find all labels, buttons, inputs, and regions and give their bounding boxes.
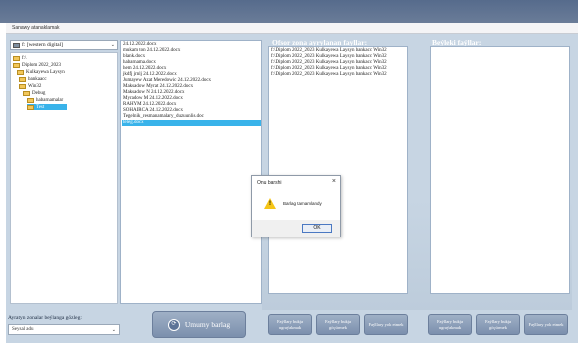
offsite-item[interactable]: f:\Diplom 2022_2023 Kulkayewa Laysyn ban… (271, 60, 387, 65)
chevron-down-icon: ⌄ (110, 43, 115, 48)
tree-node[interactable]: Diplom 2022_2023 (13, 62, 61, 68)
file-item[interactable]: hem 24.12.2022.docx (123, 66, 166, 72)
title-bar: Sanawy atanaklamak (6, 23, 578, 34)
offsite-item[interactable]: f:\Diplom 2022_2023 Kulkayewa Laysyn ban… (271, 72, 387, 77)
folder-icon (23, 90, 30, 96)
tree-node[interactable]: Debug (23, 90, 45, 96)
other-delete-button[interactable]: Faýllary yok etmek (524, 314, 568, 335)
file-item[interactable]: SOHAIRCA 24.12.2022.docx (123, 108, 183, 114)
dialog-title: Onu barshi (257, 180, 282, 186)
file-item[interactable]: Tegelnik_resmanamalary_duzuunlis.doc (123, 114, 204, 120)
other-move-button[interactable]: Faýllary bukja ugraýakmak (428, 314, 472, 335)
folder-icon (13, 55, 20, 61)
top-bar (0, 0, 578, 23)
drive-label: f: [western digital] (22, 42, 63, 48)
window-title: Sanawy atanaklamak (12, 25, 60, 31)
file-item[interactable]: Jumayew Azat Meredowic 24.12.2022.docx (123, 78, 211, 84)
dialog-message: Barlag tamamlandy (283, 201, 322, 206)
offsite-copy-button[interactable]: Faýllary bukja göçürmek (316, 314, 360, 335)
scan-icon: ⟳ (167, 318, 180, 331)
file-item[interactable]: habarnama.docx (123, 60, 156, 66)
offsite-delete-button[interactable]: Faýllary yok etmek (364, 314, 408, 335)
tree-node[interactable]: Kulkayewa Laysyn (17, 69, 65, 75)
ok-button[interactable]: OK (302, 224, 332, 233)
other-copy-button[interactable]: Faýllary bukja göçürmek (476, 314, 520, 335)
file-item[interactable]: blank.docx (123, 54, 145, 60)
tree-node-selected[interactable]: Test (27, 104, 67, 110)
folder-icon (19, 76, 26, 82)
offsite-item[interactable]: f:\Diplom 2022_2023 Kulkayewa Laysyn ban… (271, 54, 387, 59)
tree-node[interactable]: f:\ (13, 55, 26, 61)
file-item[interactable]: Maksadow N 24.12.2022.docx (123, 90, 185, 96)
file-list[interactable]: 24.12.2022.docx mukam ton 24.12.2022.doc… (120, 40, 262, 304)
tree-node[interactable]: Win32 (19, 83, 41, 89)
offsite-item[interactable]: f:\Diplom 2022_2023 Kulkayewa Laysyn ban… (271, 48, 387, 53)
folder-icon (17, 69, 24, 75)
offsite-move-button[interactable]: Faýllary bukja ugraýakmak (268, 314, 312, 335)
offsite-file-list[interactable]: f:\Diplom 2022_2023 Kulkayewa Laysyn ban… (268, 46, 408, 294)
file-item[interactable]: mukam ton 24.12.2022.docx (123, 48, 180, 54)
folder-icon (19, 83, 26, 89)
file-item[interactable]: Myradow M 24.12.2022.docx (123, 96, 183, 102)
search-label: Ayratyn zonalar beýlanga gözleg: (8, 315, 82, 321)
message-dialog: Onu barshi × ! Barlag tamamlandy OK (251, 175, 341, 237)
general-scan-label: Umumy barlag (184, 319, 231, 329)
drive-select[interactable]: f: [western digital] ⌄ (10, 40, 118, 50)
file-item[interactable]: Maksadow Myrat 24.12.2022.docx (123, 84, 193, 90)
dialog-body: ! Barlag tamamlandy (252, 190, 340, 220)
dialog-footer: OK (252, 220, 340, 237)
file-item[interactable]: RAHYM 24.12.2022.docx (123, 102, 176, 108)
file-item[interactable]: jkdfj jrnlj 24.12.2022.docx (123, 72, 177, 78)
close-icon[interactable]: × (332, 178, 336, 185)
warning-icon: ! (264, 198, 276, 209)
folder-icon (27, 104, 34, 110)
folder-icon (27, 97, 34, 103)
file-item[interactable]: 24.12.2022.docx (123, 42, 156, 48)
general-scan-button[interactable]: ⟳ Umumy barlag (152, 311, 246, 338)
search-select[interactable]: Seysal adu ⌄ (8, 324, 120, 335)
chevron-down-icon: ⌄ (111, 327, 116, 333)
search-value: Seysal adu (12, 327, 34, 332)
drive-icon (13, 42, 20, 48)
tree-node[interactable]: habarnamalar (27, 97, 63, 103)
file-item-selected[interactable]: teleg.docx (122, 120, 261, 126)
folder-tree[interactable]: f:\ Diplom 2022_2023 Kulkayewa Laysyn ba… (10, 52, 118, 304)
folder-icon (13, 62, 20, 68)
other-file-list[interactable] (430, 46, 570, 294)
offsite-item[interactable]: f:\Diplom 2022_2023 Kulkayewa Laysyn ban… (271, 66, 387, 71)
tree-node[interactable]: bankaacc (19, 76, 47, 82)
